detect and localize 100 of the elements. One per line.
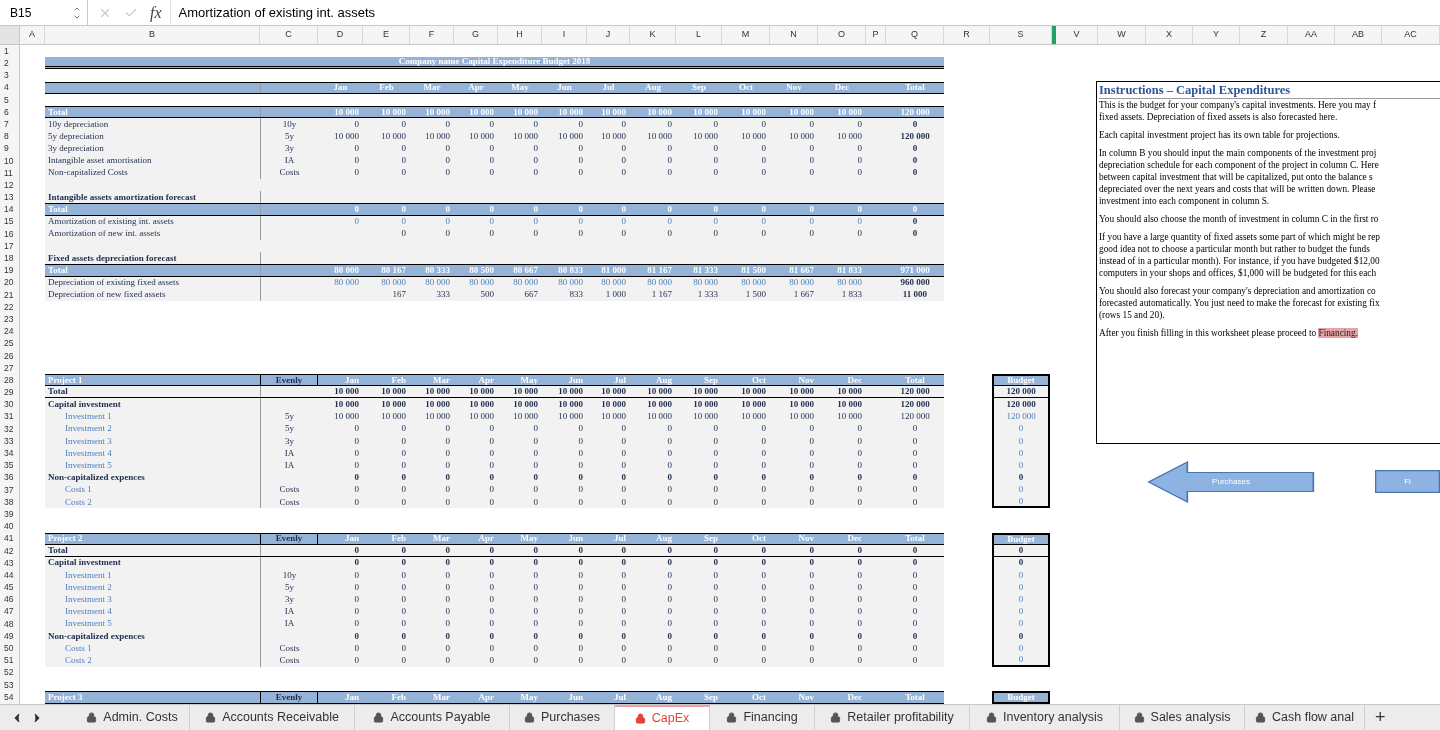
- column-header[interactable]: V: [1073, 28, 1080, 42]
- column-header[interactable]: W: [1117, 28, 1126, 42]
- column-header[interactable]: C: [285, 28, 292, 42]
- sheet-tab[interactable]: Accounts Payable: [355, 705, 510, 730]
- cell-value: 0: [809, 557, 814, 568]
- cell-value: 0: [578, 618, 583, 629]
- cell-value: 1 833: [841, 289, 862, 300]
- cell-value: 0: [354, 581, 359, 592]
- row-number[interactable]: 8: [4, 132, 9, 141]
- cell-value: 0: [857, 544, 862, 555]
- cell-value: 0: [761, 118, 766, 129]
- month-heading: Jun: [557, 82, 572, 93]
- column-header[interactable]: E: [383, 28, 389, 42]
- column-header[interactable]: H: [516, 28, 523, 42]
- row-number[interactable]: 6: [4, 107, 9, 117]
- sheet-tab[interactable]: Accounts Receivable: [190, 705, 355, 730]
- function-button[interactable]: fx: [150, 0, 171, 25]
- column-header[interactable]: P: [872, 28, 879, 42]
- cell-value: 0: [667, 167, 672, 178]
- column-header[interactable]: J: [605, 28, 611, 42]
- cell-value: 0: [809, 118, 814, 129]
- cell-value: 0: [857, 118, 862, 129]
- column-header[interactable]: Y: [1213, 28, 1219, 42]
- row-number[interactable]: 2: [4, 59, 9, 68]
- cell-value: 10 000: [789, 106, 814, 117]
- depreciation-code[interactable]: Evenly: [275, 375, 303, 385]
- cell-value: 0: [489, 472, 494, 483]
- column-header[interactable]: G: [472, 28, 479, 42]
- cell-value: 0: [445, 143, 450, 154]
- sheet-tab[interactable]: Sales analysis: [1120, 705, 1245, 730]
- sheet-tab[interactable]: Inventory analysis: [970, 705, 1120, 730]
- column-header[interactable]: F: [428, 28, 435, 42]
- financing-link[interactable]: Financing.: [1318, 328, 1358, 338]
- depreciation-code[interactable]: Evenly: [275, 534, 303, 544]
- budget-value: 120 000: [1006, 400, 1036, 410]
- cell-value: 0: [445, 569, 450, 580]
- column-header[interactable]: D: [336, 28, 344, 42]
- cell-value: 0: [578, 204, 583, 215]
- month-heading: Sep: [704, 374, 718, 385]
- cell-value: 0: [578, 594, 583, 605]
- sheet-tab[interactable]: Admin. Costs: [75, 705, 190, 730]
- total-value: 0: [912, 654, 918, 665]
- cell-value: 0: [354, 496, 359, 507]
- cell-value: 0: [809, 484, 814, 495]
- column-header[interactable]: R: [963, 28, 970, 42]
- name-box[interactable]: B15: [0, 0, 88, 25]
- column-header[interactable]: X: [1166, 28, 1172, 42]
- column-header[interactable]: A: [29, 28, 35, 42]
- column-header[interactable]: I: [562, 28, 566, 42]
- row-number[interactable]: 4: [4, 83, 9, 92]
- row-number[interactable]: 1: [4, 46, 9, 56]
- column-header[interactable]: S: [1017, 28, 1024, 42]
- sheet-tab[interactable]: Retailer profitability: [815, 705, 970, 730]
- column-heading: Total: [905, 533, 925, 544]
- depreciation-code[interactable]: Evenly: [275, 692, 303, 702]
- sheet-tab[interactable]: Financing: [710, 705, 815, 730]
- cell-value: 0: [713, 654, 718, 665]
- column-header[interactable]: N: [790, 28, 797, 42]
- cell-value: 10 000: [425, 106, 450, 117]
- budget-value: 0: [1018, 460, 1024, 470]
- month-heading: Jul: [602, 82, 615, 93]
- cell-value: 0: [578, 557, 583, 568]
- cell-value: 0: [713, 618, 718, 629]
- cell-value: 0: [533, 654, 538, 665]
- sheet-tab[interactable]: CapEx: [615, 705, 710, 730]
- cell-value: 0: [401, 557, 406, 568]
- add-sheet-button[interactable]: +: [1375, 704, 1386, 730]
- month-heading: Sep: [704, 533, 718, 544]
- column-header[interactable]: L: [696, 28, 701, 42]
- column-header[interactable]: K: [649, 28, 656, 42]
- column-header[interactable]: M: [741, 28, 750, 42]
- budget-value: 0: [1018, 582, 1024, 592]
- cell-value: 0: [761, 216, 766, 227]
- column-header[interactable]: Q: [911, 28, 918, 42]
- instruction-paragraph: If you have a large quantity of fixed assets some part of which might be rep good idea not to choose a particular month but rather to budget the funds instead of in a particular month). For instance, if you have budgeted $12,00 computers in your shops and offices, $1,000 will be budgeted for this each: [1099, 231, 1380, 279]
- cell-value: 0: [667, 204, 672, 215]
- budget-value: 0: [1018, 558, 1024, 568]
- column-header[interactable]: AB: [1352, 28, 1364, 42]
- cell-value: 10 000: [601, 106, 626, 117]
- cell-value: 0: [667, 484, 672, 495]
- lock-icon: [726, 712, 738, 723]
- cell-value: 0: [761, 606, 766, 617]
- column-header[interactable]: AC: [1404, 28, 1417, 42]
- row-number[interactable]: 7: [4, 119, 9, 129]
- column-header[interactable]: Z: [1260, 28, 1267, 42]
- row-number[interactable]: 9: [4, 144, 9, 153]
- formula-field[interactable]: Amortization of existing int. assets: [178, 2, 376, 23]
- row-number[interactable]: 5: [4, 95, 9, 105]
- cell-value: 0: [809, 544, 814, 555]
- cell-value: 0: [713, 581, 718, 592]
- column-header[interactable]: AA: [1305, 28, 1317, 42]
- cell-value: 0: [621, 581, 626, 592]
- column-header[interactable]: B: [149, 28, 155, 42]
- cell-value: 10 000: [334, 411, 359, 422]
- column-header[interactable]: O: [838, 28, 845, 42]
- cell-value: 0: [489, 228, 494, 239]
- sheet-tab[interactable]: Cash flow anal: [1245, 705, 1365, 730]
- cell-value: 0: [578, 155, 583, 166]
- row-number[interactable]: 3: [4, 71, 9, 80]
- cell-value: 0: [354, 606, 359, 617]
